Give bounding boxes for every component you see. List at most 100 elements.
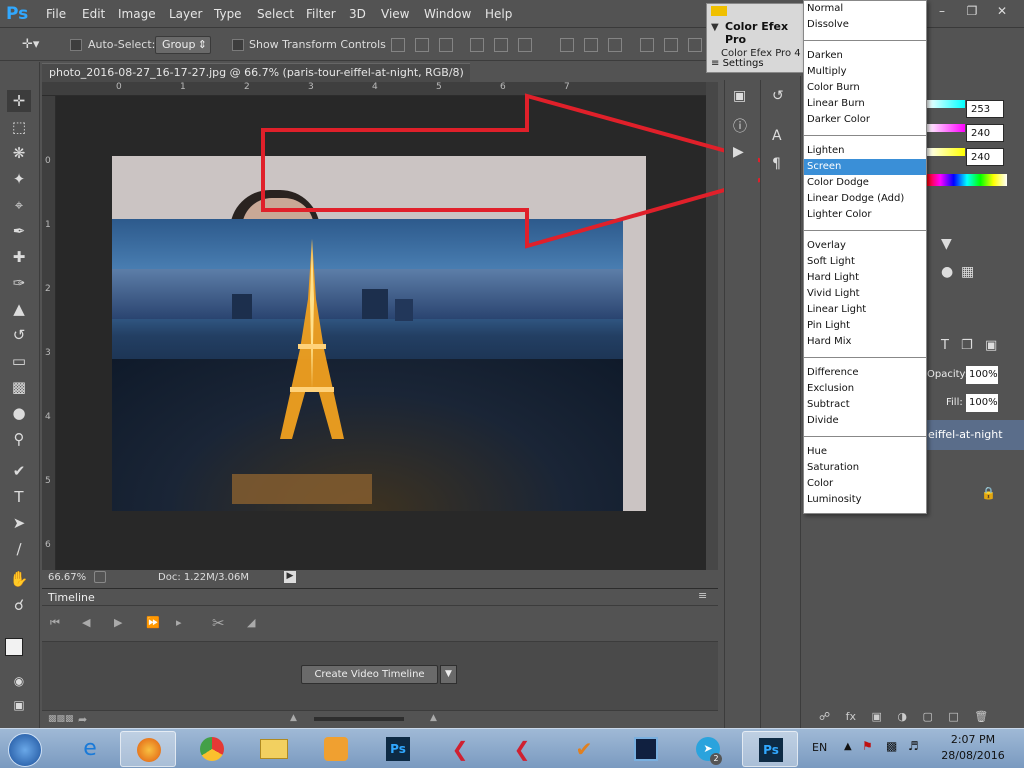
distribute-bottom-icon[interactable] [608,38,622,52]
blend-mode-item[interactable]: Color [804,476,926,492]
language-indicator[interactable]: EN [812,741,827,754]
paragraph-icon[interactable]: ¶ [772,156,781,172]
tray-expand-icon[interactable]: ▲ [844,741,852,752]
dodge-tool-icon[interactable]: ⚲ [7,428,31,450]
blend-mode-item[interactable]: Color Burn [804,80,926,96]
auto-select-checkbox[interactable] [70,39,82,51]
blend-mode-item[interactable]: Vivid Light [804,286,926,302]
zoom-out-icon[interactable]: ▲ [290,713,297,723]
line-tool-icon[interactable]: ∕ [7,538,31,560]
system-clock[interactable]: 2:07 PM 28/08/2016 [930,732,1016,766]
blend-mode-item[interactable]: Linear Dodge (Add) [804,191,926,207]
zoom-in-icon[interactable]: ▲ [430,713,437,723]
history-icon[interactable]: ↺ [772,88,784,104]
healing-brush-tool-icon[interactable]: ✚ [7,246,31,268]
align-vcenter-icon[interactable] [415,38,429,52]
align-hcenter-icon[interactable] [494,38,508,52]
blend-mode-item[interactable]: Screen [804,159,926,175]
app-red-icon-2[interactable]: ❮ [494,731,550,767]
blend-mode-item[interactable]: Overlay [804,238,926,254]
layer-row-eiffel[interactable]: eiffel-at-night [926,420,1024,450]
history-brush-tool-icon[interactable]: ↺ [7,324,31,346]
blur-tool-icon[interactable]: ● [7,402,31,424]
show-transform-checkbox[interactable] [232,39,244,51]
menu-layer[interactable]: Layer [169,6,202,22]
menu-file[interactable]: File [46,6,66,22]
efex-settings-link[interactable]: ≡ Settings [711,58,764,69]
blend-mode-item[interactable]: Darker Color [804,112,926,128]
blend-mode-item[interactable]: Color Dodge [804,175,926,191]
move-tool-icon[interactable]: ✛ [7,90,31,112]
menu-filter[interactable]: Filter [306,6,336,22]
chrome-icon[interactable] [184,731,240,767]
telegram-icon[interactable]: ➤ 2 [680,731,736,767]
menu-window[interactable]: Window [424,6,471,22]
convert-icon[interactable]: ➦ [78,713,87,726]
blend-mode-item[interactable]: Linear Burn [804,96,926,112]
lock-transform-icon[interactable]: ❐ [961,338,973,353]
blend-mode-dropdown[interactable]: Normal Dissolve Darken Multiply Color Burn Li… [803,0,927,514]
audio-icon[interactable]: ▸ [176,616,182,629]
collapse-arrow-icon[interactable]: ▼ [711,22,719,33]
action-center-icon[interactable]: ⚑ [862,739,873,753]
app-red-icon[interactable]: ❮ [432,731,488,767]
lasso-tool-icon[interactable]: ❋ [7,142,31,164]
eyedropper-tool-icon[interactable]: ✒ [7,220,31,242]
blend-mode-item[interactable]: Hard Light [804,270,926,286]
blend-mode-item[interactable]: Difference [804,365,926,381]
photoshop-active-icon[interactable]: Ps [742,731,798,767]
green-slider[interactable] [927,124,965,132]
gradient-tool-icon[interactable]: ▩ [7,376,31,398]
blend-mode-item[interactable]: Hue [804,444,926,460]
blend-mode-item[interactable]: Exclusion [804,381,926,397]
menu-image[interactable]: Image [118,6,156,22]
minimize-icon[interactable]: – [928,2,956,20]
zoom-tool-icon[interactable]: ☌ [7,594,31,616]
close-icon[interactable]: ✕ [988,2,1016,20]
video-editor-icon[interactable] [618,731,674,767]
brush-tool-icon[interactable]: ✑ [7,272,31,294]
align-top-icon[interactable] [391,38,405,52]
blend-mode-item[interactable]: Luminosity [804,492,926,508]
align-right-icon[interactable] [518,38,532,52]
blue-slider[interactable] [927,148,965,156]
distribute-vcenter-icon[interactable] [584,38,598,52]
menu-help[interactable]: Help [485,6,512,22]
3d-panel-icon[interactable]: ▣ [733,88,746,104]
foreground-color-swatch[interactable] [5,638,23,656]
photoshop-taskbar-icon[interactable]: Ps [370,731,426,767]
align-left-icon[interactable] [470,38,484,52]
panel-menu-icon[interactable]: ≡ [698,589,707,602]
blend-mode-item[interactable]: Multiply [804,64,926,80]
distribute-right-icon[interactable] [688,38,702,52]
first-frame-icon[interactable]: ⏮ [50,616,60,630]
blend-mode-item[interactable]: Darken [804,48,926,64]
move-tool-icon[interactable]: ✛▾ [22,37,39,52]
eraser-tool-icon[interactable]: ▭ [7,350,31,372]
blend-mode-item[interactable]: Linear Light [804,302,926,318]
start-button[interactable] [8,733,42,767]
auto-select-dropdown[interactable]: Group ⇕ [155,36,211,54]
marquee-tool-icon[interactable]: ⬚ [7,116,31,138]
distribute-left-icon[interactable] [640,38,654,52]
character-icon[interactable]: A [772,128,782,144]
pen-tool-icon[interactable]: ✔ [7,460,31,482]
menu-3d[interactable]: 3D [349,6,366,22]
hand-tool-icon[interactable]: ✋ [7,568,31,590]
play-actions-icon[interactable]: ▶ [733,144,744,160]
adjustment-mixer-icon[interactable]: ● [941,264,953,280]
file-explorer-icon[interactable] [246,731,302,767]
internet-explorer-icon[interactable]: e [62,731,118,767]
menu-view[interactable]: View [381,6,409,22]
clone-stamp-tool-icon[interactable]: ▲ [7,298,31,320]
info-icon[interactable]: ⓘ [733,116,747,136]
media-player-icon[interactable] [308,731,364,767]
crop-tool-icon[interactable]: ⌖ [7,194,31,216]
status-arrow-icon[interactable]: ▶ [284,571,296,583]
timeline-title[interactable]: Timeline [48,591,95,604]
menu-select[interactable]: Select [257,6,294,22]
status-options-icon[interactable] [94,571,106,583]
green-value-field[interactable]: 240 [966,124,1004,142]
blend-mode-item[interactable]: Dissolve [804,17,926,33]
menu-type[interactable]: Type [214,6,242,22]
